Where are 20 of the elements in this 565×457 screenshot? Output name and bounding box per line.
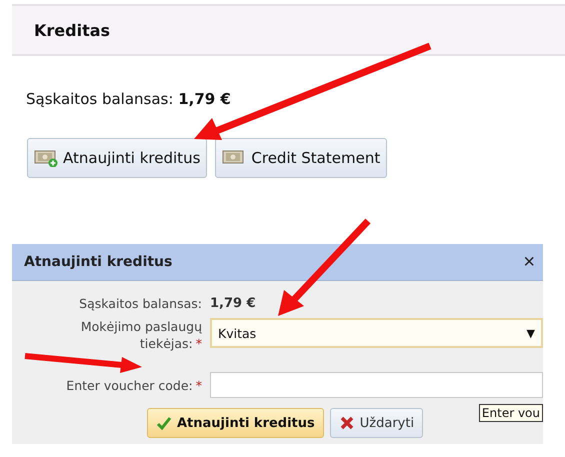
required-mark: *	[196, 336, 202, 351]
tooltip: Enter vou	[478, 404, 543, 422]
close-button[interactable]: ×	[521, 250, 537, 274]
dialog-title: Atnaujinti kreditus	[24, 254, 172, 270]
voucher-label: Enter voucher code: *	[66, 376, 202, 394]
provider-dropdown[interactable]: Kvitas ▼	[210, 318, 543, 348]
balance-value: 1,79 €	[210, 296, 257, 311]
close-dialog-button[interactable]: Uždaryti	[330, 408, 424, 438]
cross-icon	[338, 415, 355, 431]
panel-title: Kreditas	[34, 20, 110, 40]
credit-statement-button[interactable]: Credit Statement	[215, 138, 388, 178]
required-mark: *	[196, 378, 202, 392]
balance-text: Sąskaitos balansas: 1,79 €	[26, 90, 232, 108]
banknote-plus-icon	[34, 149, 58, 167]
checkmark-icon	[156, 415, 172, 431]
voucher-code-field[interactable]	[210, 372, 543, 398]
renew-credits-button[interactable]: Atnaujinti kreditus	[27, 138, 208, 178]
provider-label: Mokėjimo paslaugų tiekėjas: *	[80, 318, 202, 352]
balance-label: Sąskaitos balansas:	[79, 295, 202, 312]
renew-credits-button[interactable]: Atnaujinti kreditus	[147, 408, 324, 438]
